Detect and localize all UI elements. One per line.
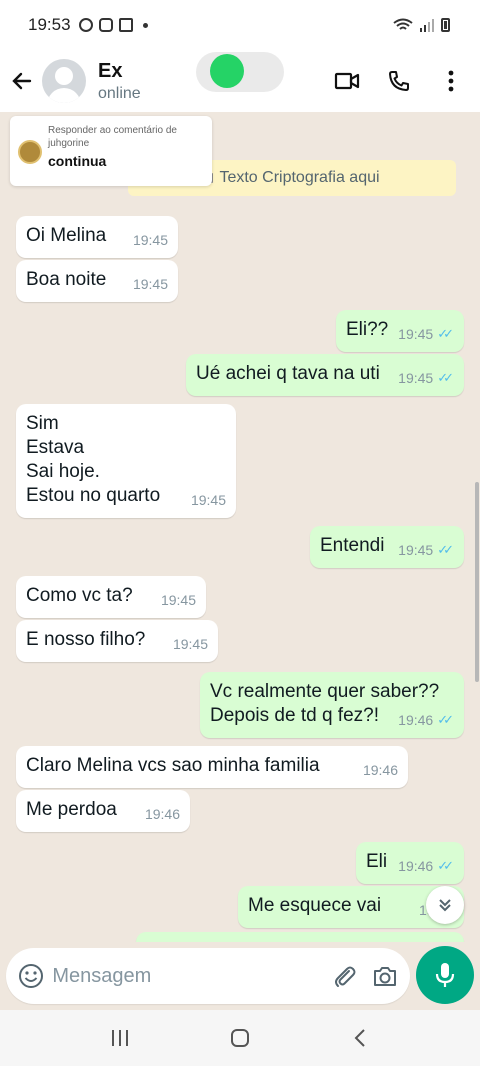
message-bubble[interactable]: Me perdoa 19:46	[16, 790, 190, 832]
message-time: 19:45	[160, 592, 196, 608]
message-input[interactable]	[52, 964, 318, 988]
message-time: 19:45	[398, 542, 434, 558]
message-time: 19:46	[398, 858, 434, 874]
double-check-icon: ✓✓	[437, 712, 454, 727]
reply-comment-card[interactable]: Responder ao comentário de juhgorine con…	[10, 116, 212, 186]
phone-icon	[389, 71, 409, 91]
message-time: 19:45	[190, 492, 226, 508]
message-time: 19:45	[132, 232, 168, 248]
double-check-icon: ✓✓	[437, 542, 454, 557]
emoji-button[interactable]	[18, 961, 44, 991]
chevron-left-icon	[354, 1029, 365, 1047]
message-time: 19:46	[144, 806, 180, 822]
message-bubble[interactable]: Claro Melina vcs sao minha familia 19:46	[16, 746, 408, 788]
message-composer	[6, 948, 410, 1004]
wifi-icon	[393, 18, 413, 30]
paperclip-icon	[335, 966, 356, 987]
message-bubble[interactable]: Sim Estava Sai hoje. Estou no quarto 19:…	[16, 404, 236, 518]
back-button[interactable]	[2, 61, 42, 101]
status-bar: 19:53	[0, 0, 480, 50]
microphone-icon	[435, 963, 455, 987]
battery-icon	[441, 18, 450, 32]
message-time: 19:45	[398, 370, 434, 386]
message-time: 19:46	[362, 762, 398, 778]
message-text: Claro Melina vcs sao minha familia	[26, 755, 320, 776]
more-vertical-icon	[448, 70, 454, 92]
more-notifications-dot-icon	[142, 22, 148, 28]
whatsapp-bubble-icon	[210, 54, 244, 88]
header-actions	[332, 66, 480, 96]
whatsapp-notification-icon	[78, 18, 93, 32]
message-bubble[interactable]: Oi Melina 19:45	[16, 216, 178, 258]
instagram-notification-icon	[98, 18, 113, 32]
message-bubble[interactable]: Entendi 19:45 ✓✓	[310, 526, 464, 568]
reply-card-text: continua	[48, 153, 107, 169]
double-check-icon: ✓✓	[437, 858, 454, 873]
system-navigation-bar	[0, 1010, 480, 1066]
message-bubble[interactable]: Como vc ta? 19:45	[16, 576, 206, 618]
recent-apps-button[interactable]	[100, 1018, 140, 1058]
home-icon	[231, 1029, 249, 1047]
video-call-button[interactable]	[332, 66, 362, 96]
video-camera-icon	[334, 72, 360, 90]
contact-info[interactable]: Ex online	[98, 60, 141, 103]
menu-button[interactable]	[436, 66, 466, 96]
message-bubble[interactable]: Boa noite 19:45	[16, 260, 178, 302]
voice-message-button[interactable]	[416, 946, 474, 1004]
notification-icons	[78, 18, 148, 32]
double-check-icon: ✓✓	[437, 370, 454, 385]
avatar-head-shape	[55, 67, 73, 85]
message-time: 19:45	[172, 636, 208, 652]
signal-icon	[420, 19, 434, 32]
arrow-left-icon	[12, 72, 32, 90]
message-time: 19:45	[132, 276, 168, 292]
message-bubble[interactable]: E nosso filho? 19:45	[16, 620, 218, 662]
message-bubble[interactable]: Eli 19:46 ✓✓	[356, 842, 464, 884]
status-time: 19:53	[28, 15, 71, 34]
message-bubble[interactable]: Ué achei q tava na uti 19:45 ✓✓	[186, 354, 464, 396]
floating-overlay	[196, 52, 284, 92]
message-bubble[interactable]: Eli?? 19:45 ✓✓	[336, 310, 464, 352]
system-icons	[393, 18, 450, 32]
attach-button[interactable]	[331, 961, 357, 991]
commenter-avatar	[18, 140, 42, 164]
camera-icon	[373, 967, 396, 986]
reply-card-subtitle: Responder ao comentário de juhgorine	[48, 125, 177, 149]
message-bubble-partial[interactable]	[136, 932, 464, 942]
chat-scrollbar[interactable]	[475, 482, 479, 682]
avatar-body-shape	[47, 88, 81, 103]
double-check-icon: ✓✓	[437, 326, 454, 341]
home-button[interactable]	[220, 1018, 260, 1058]
back-nav-button[interactable]	[340, 1018, 380, 1058]
scroll-to-bottom-button[interactable]	[426, 886, 464, 924]
voice-call-button[interactable]	[384, 66, 414, 96]
emoji-icon	[19, 964, 44, 988]
message-bubble[interactable]: Vc realmente quer saber?? Depois de td q…	[200, 672, 464, 738]
capcut-notification-icon	[118, 18, 133, 32]
message-time: 19:45	[398, 326, 434, 342]
message-time: 19:46	[398, 712, 434, 728]
double-chevron-down-icon	[439, 899, 451, 912]
recent-apps-icon	[112, 1030, 128, 1046]
chat-area[interactable]: Texto Criptografia aqui Responder ao com…	[0, 112, 480, 942]
camera-button[interactable]	[372, 961, 398, 991]
contact-status: online	[98, 84, 141, 102]
contact-name: Ex	[98, 59, 123, 82]
encryption-notice-text: Texto Criptografia aqui	[219, 169, 380, 186]
contact-avatar[interactable]	[42, 59, 86, 103]
